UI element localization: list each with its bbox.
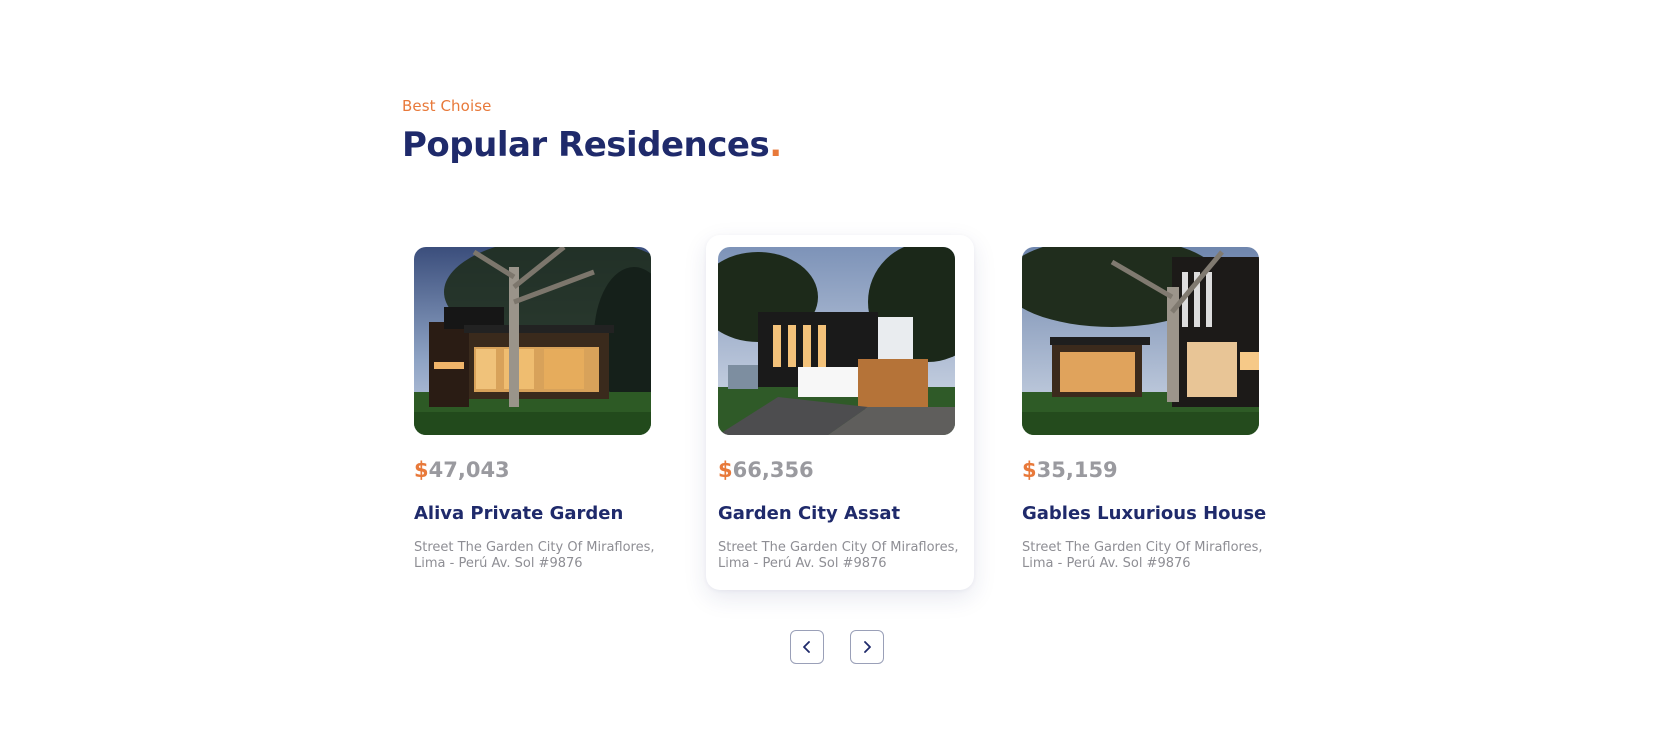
currency-symbol: $ — [718, 458, 733, 482]
section-title-text: Popular Residences — [402, 125, 770, 165]
residence-photo[interactable] — [718, 247, 955, 435]
residence-card[interactable]: $47,043 Aliva Private Garden Street The … — [402, 235, 670, 590]
residence-name[interactable]: Aliva Private Garden — [414, 503, 623, 524]
price-value: 47,043 — [428, 458, 510, 482]
residence-address: Street The Garden City Of Miraflores, Li… — [414, 540, 655, 571]
price-value: 66,356 — [732, 458, 814, 482]
carousel-prev-button[interactable] — [790, 630, 824, 664]
title-accent-dot: . — [769, 125, 782, 165]
residence-photo[interactable] — [414, 247, 651, 435]
residence-name[interactable]: Gables Luxurious House — [1022, 503, 1266, 524]
currency-symbol: $ — [414, 458, 429, 482]
price-value: 35,159 — [1036, 458, 1118, 482]
section-title: Popular Residences. — [402, 125, 782, 165]
residence-carousel: $47,043 Aliva Private Garden Street The … — [402, 235, 1282, 595]
chevron-right-icon — [862, 641, 872, 653]
residence-price: $35,159 — [1022, 458, 1118, 482]
residence-name[interactable]: Garden City Assat — [718, 503, 900, 524]
section-subtitle: Best Choise — [402, 97, 492, 115]
residence-address: Street The Garden City Of Miraflores, Li… — [1022, 540, 1263, 571]
section-header: Best Choise Popular Residences. — [402, 97, 782, 165]
residence-address: Street The Garden City Of Miraflores, Li… — [718, 540, 959, 571]
carousel-next-button[interactable] — [850, 630, 884, 664]
residence-card[interactable]: $35,159 Gables Luxurious House Street Th… — [1010, 235, 1278, 590]
currency-symbol: $ — [1022, 458, 1037, 482]
residence-price: $66,356 — [718, 458, 814, 482]
residence-card-active[interactable]: $66,356 Garden City Assat Street The Gar… — [706, 235, 974, 590]
chevron-left-icon — [802, 641, 812, 653]
residence-photo[interactable] — [1022, 247, 1259, 435]
residence-price: $47,043 — [414, 458, 510, 482]
